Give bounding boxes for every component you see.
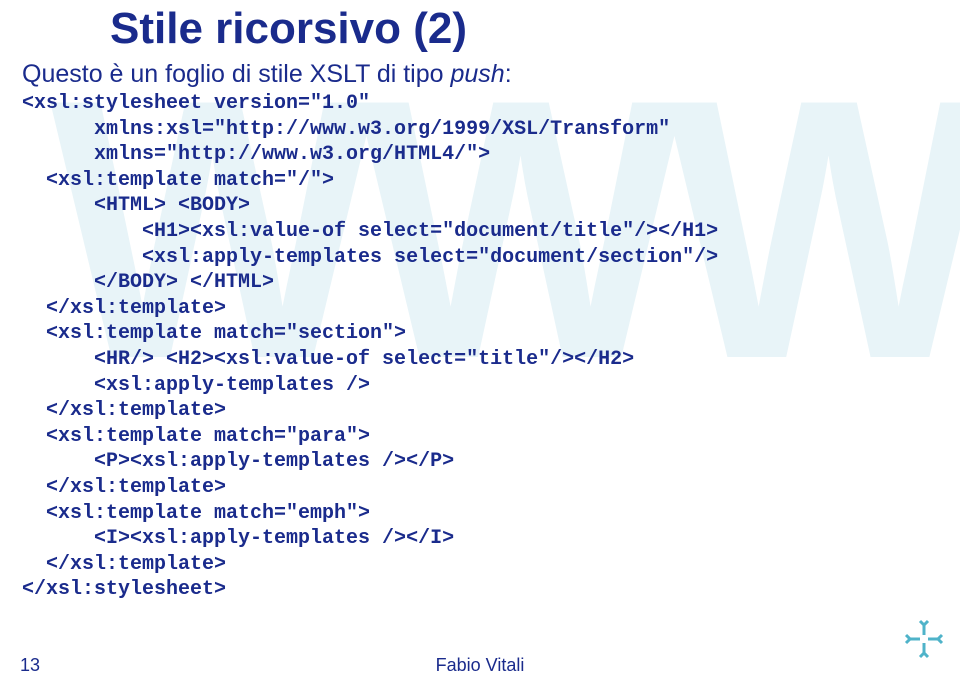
- slide-title: Stile ricorsivo (2): [0, 0, 960, 54]
- slide-content: Stile ricorsivo (2) Questo è un foglio d…: [0, 0, 960, 603]
- code-block: <xsl:stylesheet version="1.0" xmlns:xsl=…: [0, 89, 960, 603]
- subtitle-colon: :: [505, 60, 512, 88]
- subtitle-italic: push: [451, 60, 505, 88]
- slide-subtitle: Questo è un foglio di stile XSLT di tipo…: [0, 54, 960, 89]
- corner-decoration-icon: [902, 617, 946, 666]
- subtitle-plain: Questo è un foglio di stile XSLT di tipo: [22, 60, 451, 88]
- author-name: Fabio Vitali: [436, 655, 525, 676]
- page-number: 13: [20, 655, 40, 676]
